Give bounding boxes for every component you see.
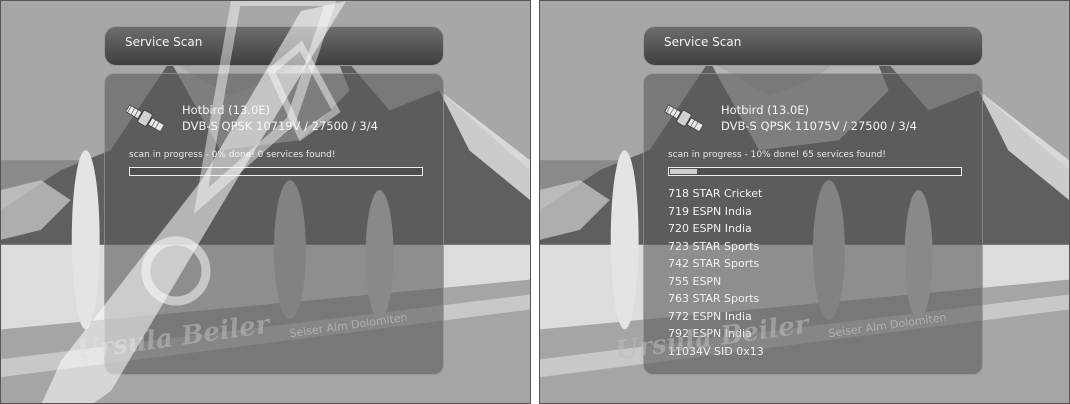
screen-title: Service Scan — [664, 35, 742, 49]
satellite-icon — [664, 104, 704, 133]
scan-status: scan in progress - 10% done! 65 services… — [668, 150, 886, 160]
title-bar: Service Scan — [104, 26, 444, 66]
scan-screen-right: Service Scan Hotbird (13.0E) DVB-S QPSK … — [539, 0, 1070, 404]
transponder-info: DVB-S QPSK 11075V / 27500 / 3/4 — [721, 119, 917, 133]
screen-title: Service Scan — [125, 35, 203, 49]
service-list-item: 755 ESPN — [668, 274, 722, 288]
satellite-name: Hotbird (13.0E) — [182, 103, 271, 117]
service-list-item: 763 STAR Sports — [668, 292, 760, 305]
service-list-item: 723 STAR Sports — [668, 239, 760, 253]
service-list-item: 742 STAR Sports — [668, 257, 760, 270]
satellite-icon — [125, 104, 165, 133]
scan-screen-left: Service Scan Hotbird (13.0E) DVB-S QPSK … — [0, 0, 531, 404]
scan-progress-bar — [668, 167, 962, 176]
service-list-item: 720 ESPN India — [668, 222, 752, 235]
scan-progress-bar — [129, 167, 423, 176]
service-list-item: 719 ESPN India — [668, 204, 752, 218]
scan-status: scan in progress - 0% done! 0 services f… — [129, 150, 336, 160]
progress-fill — [670, 169, 698, 174]
satellite-name: Hotbird (13.0E) — [721, 103, 810, 117]
transponder-info: DVB-S QPSK 10719V / 27500 / 3/4 — [182, 119, 378, 133]
title-bar: Service Scan — [643, 26, 983, 66]
service-list-item: 718 STAR Cricket — [668, 187, 763, 200]
